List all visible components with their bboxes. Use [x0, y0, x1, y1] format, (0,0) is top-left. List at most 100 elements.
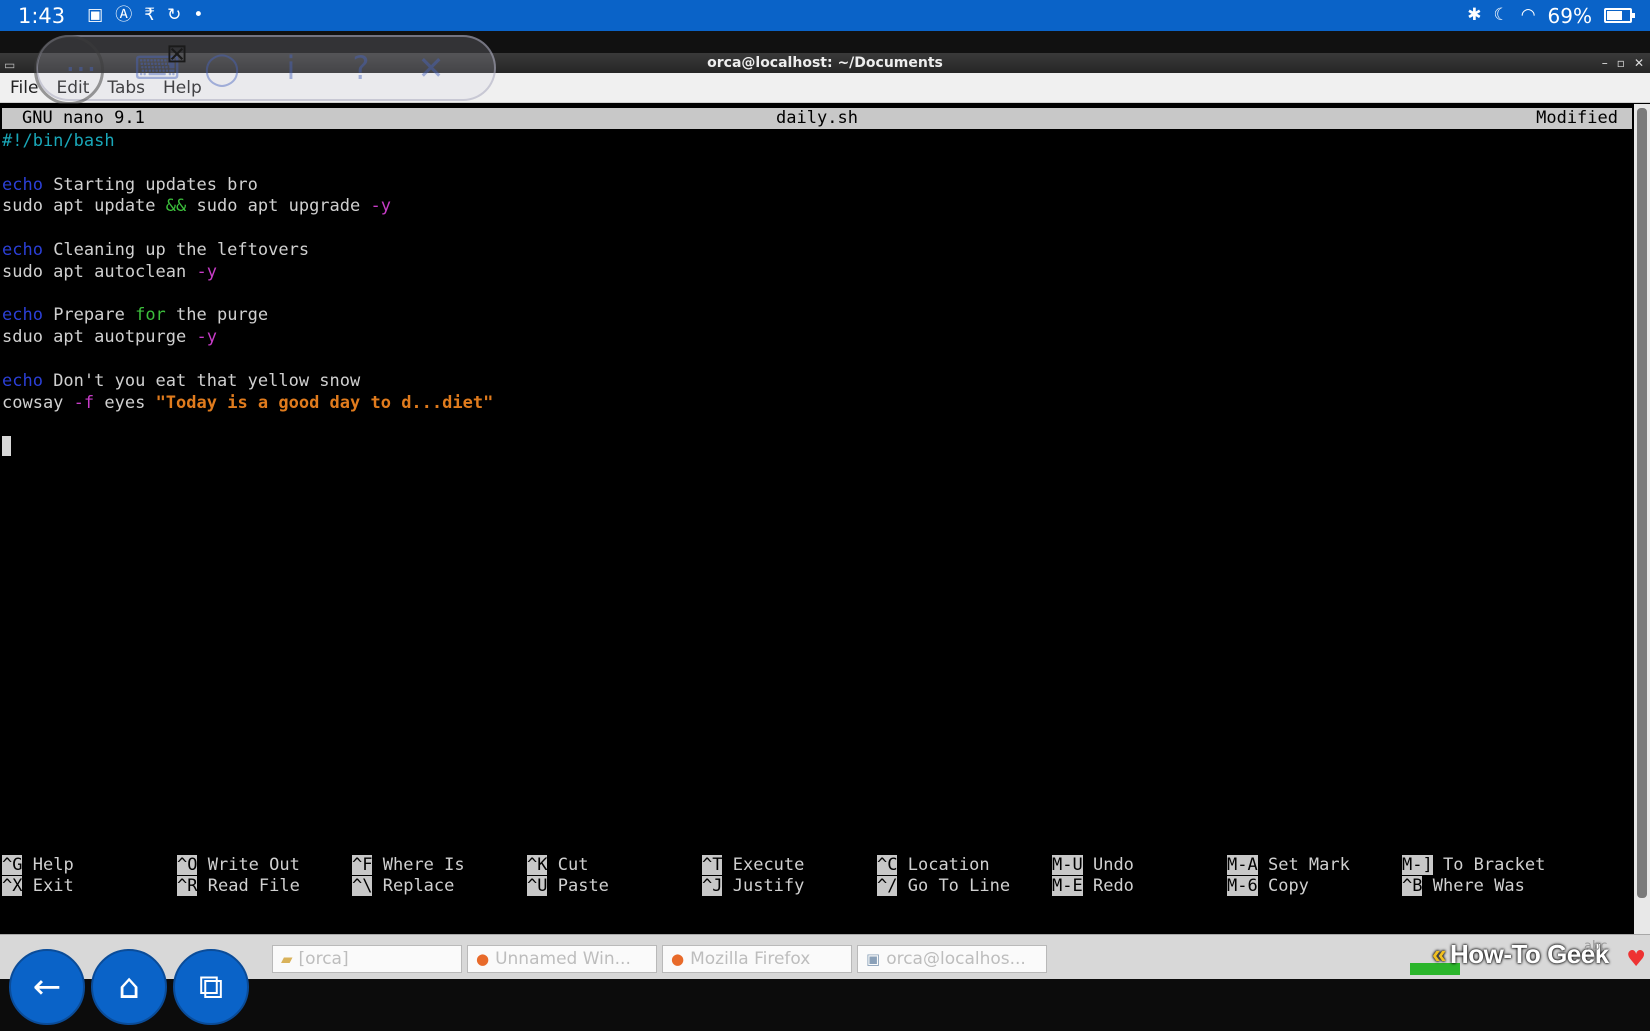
- shortcut-item[interactable]: ^T Execute: [702, 855, 804, 876]
- keyboard-icon[interactable]: ⌨: [134, 52, 180, 84]
- shortcut-item[interactable]: ^K Cut: [527, 855, 588, 876]
- task-orca-folder[interactable]: ▰ [orca]: [272, 945, 462, 973]
- tray-shield-icon[interactable]: ♥: [1626, 947, 1646, 972]
- info-icon[interactable]: i: [274, 52, 308, 84]
- shortcut-gap: [197, 876, 207, 896]
- shortcut-item[interactable]: ^J Justify: [702, 876, 804, 897]
- window-title: orca@localhost: ~/Documents: [707, 55, 943, 71]
- floating-toolbar[interactable]: ⋯ ⌨ ◯ i ? ✕ ⊠: [34, 35, 496, 105]
- code-token: the purge: [165, 305, 269, 326]
- code-token: sudo apt upgrade: [186, 196, 371, 217]
- window-controls: – ▫ ✕: [1602, 53, 1644, 73]
- shortcut-key: M-U: [1052, 855, 1083, 875]
- shortcut-gap: [1083, 855, 1093, 875]
- shortcut-label: Set Mark: [1267, 855, 1350, 875]
- shortcut-gap: [1083, 876, 1093, 896]
- shortcut-gap: [897, 876, 907, 896]
- shortcut-label: Location: [907, 855, 990, 875]
- task-label: Mozilla Firefox: [690, 949, 811, 969]
- firefox-icon: ●: [671, 950, 685, 968]
- shortcut-item[interactable]: ^\ Replace: [352, 876, 454, 897]
- currency-icon: ₹: [144, 5, 156, 25]
- shortcut-label: Read File: [207, 876, 300, 896]
- task-mozilla-firefox[interactable]: ● Mozilla Firefox: [662, 945, 852, 973]
- terminal-icon: ▣: [866, 950, 881, 968]
- watermark-logo-icon: «: [1432, 939, 1446, 969]
- wifi-icon: ◠: [1520, 5, 1536, 25]
- shortcut-key: ^X: [2, 876, 23, 896]
- shortcut-item[interactable]: M-E Redo: [1052, 876, 1134, 897]
- shortcut-key: M-A: [1227, 855, 1258, 875]
- shortcut-item[interactable]: ^X Exit: [2, 876, 74, 897]
- shortcut-item[interactable]: ^B Where Was: [1402, 876, 1525, 897]
- shortcut-item[interactable]: M-] To Bracket: [1402, 855, 1545, 876]
- sync-icon: ↻: [167, 5, 182, 25]
- shortcut-item[interactable]: ^G Help: [2, 855, 74, 876]
- shortcut-label: Go To Line: [907, 876, 1011, 896]
- terminal-scrollbar[interactable]: [1634, 104, 1650, 934]
- close-icon[interactable]: ✕: [1634, 53, 1644, 73]
- scrollbar-thumb[interactable]: [1637, 108, 1647, 898]
- mouse-icon[interactable]: ◯: [204, 52, 240, 84]
- code-area[interactable]: #!/bin/bash echo Starting updates bro sudo…: [2, 131, 493, 458]
- nav-recents-button[interactable]: ⧉: [173, 949, 249, 1025]
- task-label: orca@localhos...: [886, 949, 1026, 969]
- shortcut-row: ^X Exit ^R Read File ^\ Replace ^U Paste ^J …: [0, 876, 1634, 897]
- code-token: "Today is a good day to d...diet": [155, 392, 494, 413]
- task-label: Unnamed Win...: [495, 949, 631, 969]
- desktop-taskbar: ▰ [orca] ● Unnamed Win... ● Mozilla Fire…: [0, 934, 1650, 979]
- toolbar-close-icon[interactable]: ⊠: [166, 39, 188, 69]
- shortcut-item[interactable]: ^C Location: [877, 855, 990, 876]
- shortcut-item[interactable]: ^O Write Out: [177, 855, 300, 876]
- shortcut-label: Help: [32, 855, 74, 875]
- code-token: echo: [2, 370, 43, 391]
- nano-editor[interactable]: GNU nano 9.1 daily.sh Modified #!/bin/ba…: [0, 104, 1634, 934]
- window-menu-icon[interactable]: ▭: [4, 55, 15, 75]
- drag-handle-ring[interactable]: [34, 35, 104, 105]
- code-token: echo: [2, 174, 43, 195]
- code-line: echo Starting updates bro: [2, 175, 493, 197]
- nano-shortcut-bar: ^G Help ^O Write Out ^F Where Is ^K Cut ^T E…: [0, 855, 1634, 897]
- code-token: Cleaning up the leftovers: [42, 239, 310, 260]
- code-line: [2, 436, 493, 458]
- minimize-icon[interactable]: –: [1602, 53, 1608, 73]
- shortcut-item[interactable]: M-A Set Mark: [1227, 855, 1350, 876]
- shortcut-item[interactable]: ^F Where Is: [352, 855, 465, 876]
- shortcut-label: Exit: [32, 876, 74, 896]
- nav-home-button[interactable]: ⌂: [91, 949, 167, 1025]
- code-line: sduo apt auotpurge -y: [2, 327, 493, 349]
- menu-file[interactable]: File: [10, 78, 38, 98]
- shortcut-item[interactable]: ^U Paste: [527, 876, 609, 897]
- disconnect-icon[interactable]: ✕: [414, 52, 448, 84]
- task-unnamed-window[interactable]: ● Unnamed Win...: [467, 945, 657, 973]
- code-line: cowsay -f eyes "Today is a good day to d…: [2, 393, 493, 415]
- shortcut-key: M-]: [1402, 855, 1433, 875]
- recents-icon: ⧉: [198, 967, 224, 1007]
- image-icon: ▣: [87, 5, 104, 25]
- shortcut-gap: [1422, 876, 1432, 896]
- task-terminal[interactable]: ▣ orca@localhos...: [857, 945, 1047, 973]
- shortcut-key: ^\: [352, 876, 373, 896]
- code-token: -f: [73, 392, 95, 413]
- status-left: 1:43 ▣ Ⓐ ₹ ↻ •: [18, 4, 203, 28]
- shortcut-item[interactable]: ^/ Go To Line: [877, 876, 1010, 897]
- folder-icon: ▰: [281, 950, 293, 968]
- code-line: sudo apt update && sudo apt upgrade -y: [2, 196, 493, 218]
- shortcut-item[interactable]: M-U Undo: [1052, 855, 1134, 876]
- nav-back-button[interactable]: ←: [9, 949, 85, 1025]
- shortcut-gap: [1433, 855, 1443, 875]
- shortcut-gap: [22, 876, 32, 896]
- shortcut-gap: [1258, 855, 1268, 875]
- shortcut-item[interactable]: M-6 Copy: [1227, 876, 1309, 897]
- code-token: &&: [165, 196, 187, 217]
- code-token: echo: [2, 305, 43, 326]
- shortcut-label: Execute: [732, 855, 805, 875]
- maximize-icon[interactable]: ▫: [1617, 53, 1625, 73]
- code-line: sudo apt autoclean -y: [2, 262, 493, 284]
- shortcut-key: ^K: [527, 855, 548, 875]
- home-icon: ⌂: [118, 967, 140, 1007]
- code-line: #!/bin/bash: [2, 131, 493, 153]
- shortcut-item[interactable]: ^R Read File: [177, 876, 300, 897]
- help-icon[interactable]: ?: [344, 52, 378, 84]
- shortcut-gap: [22, 855, 32, 875]
